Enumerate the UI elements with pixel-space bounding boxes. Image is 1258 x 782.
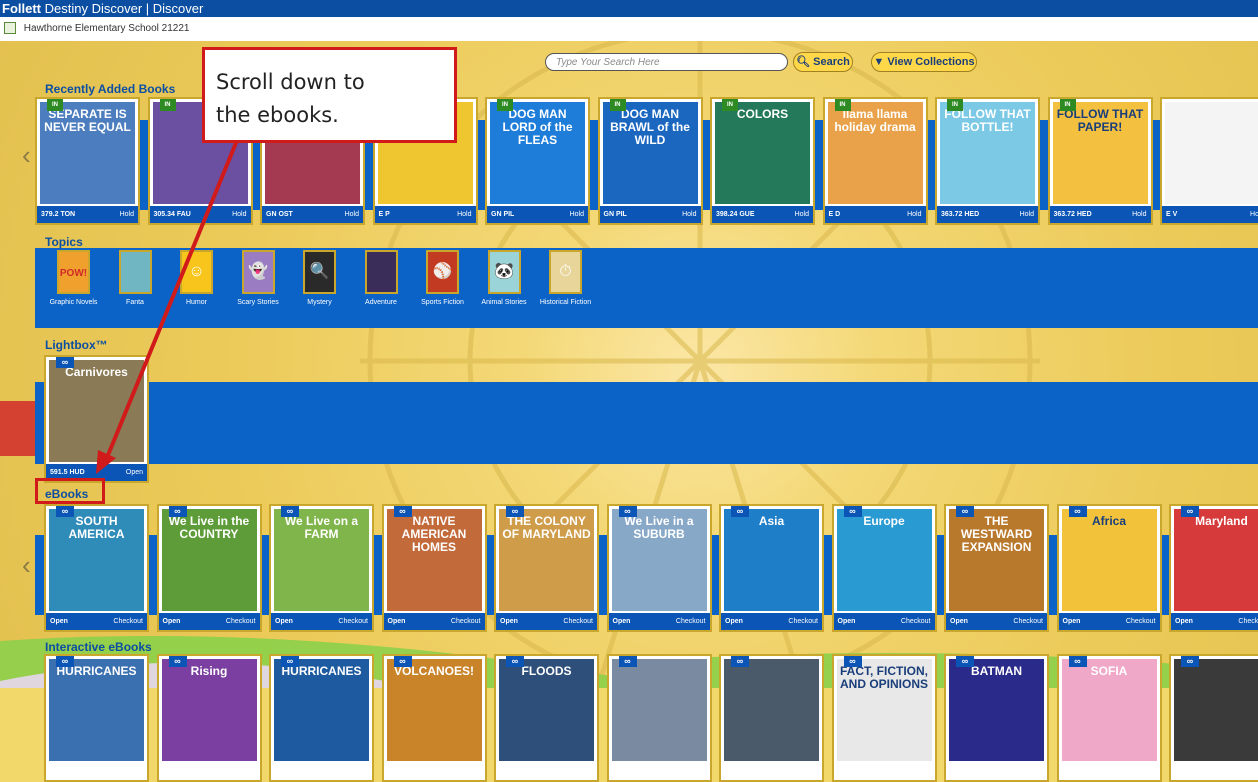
callout-line-1: Scroll down to bbox=[216, 70, 365, 94]
instruction-callout: Scroll down to the ebooks. bbox=[202, 47, 457, 143]
callout-line-2: the ebooks. bbox=[216, 103, 339, 127]
red-arrow bbox=[96, 137, 240, 474]
